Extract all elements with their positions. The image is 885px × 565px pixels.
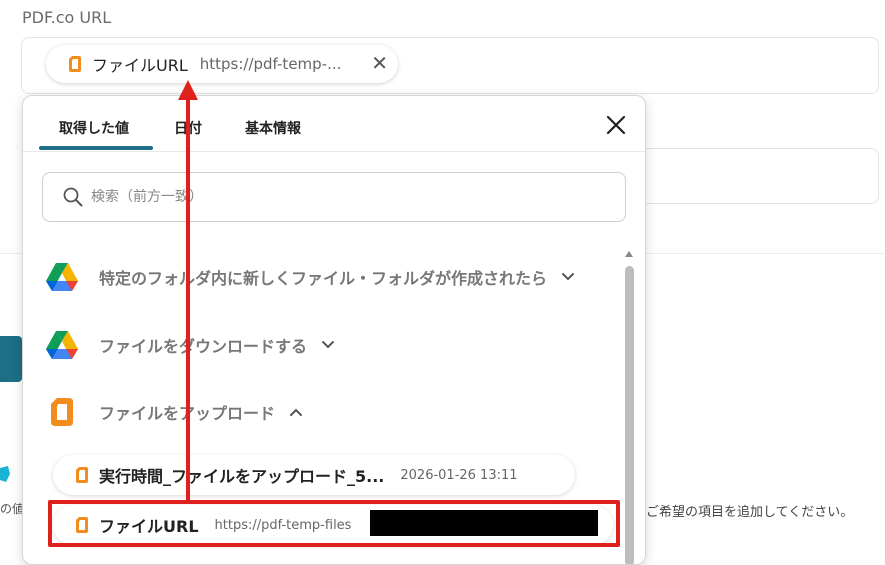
pdfco-icon [51, 398, 73, 426]
item-value: 2026-01-26 13:11 [400, 467, 518, 483]
scroll-up-icon[interactable] [624, 250, 634, 258]
pdfco-icon [76, 467, 88, 483]
value-picker-popup: 取得した値 日付 基本情報 特定のフォルダ内に新しくファイル・フォルダが作成され… [22, 95, 646, 565]
chevron-down-icon[interactable] [321, 340, 335, 350]
close-icon[interactable] [603, 112, 629, 138]
field-label: PDF.co URL [22, 8, 112, 27]
background-button[interactable] [0, 336, 22, 382]
search-box[interactable] [42, 172, 626, 222]
url-variable-chip[interactable]: ファイルURL https://pdf-temp-... ✕ [46, 45, 398, 83]
chevron-down-icon[interactable] [561, 272, 575, 282]
arrow-annotation [178, 80, 198, 502]
section-folder-trigger[interactable]: 特定のフォルダ内に新しくファイル・フォルダが作成されたら [45, 262, 575, 292]
tab-basic-info[interactable]: 基本情報 [245, 118, 301, 138]
value-item-execution-time[interactable]: 実行時間_ファイルをアップロード_5... 2026-01-26 13:11 [53, 455, 575, 495]
google-drive-icon [46, 263, 78, 291]
item-label: 実行時間_ファイルをアップロード_5... [99, 467, 385, 486]
remove-chip-icon[interactable]: ✕ [371, 53, 388, 73]
background-text-left: の値 [0, 502, 25, 516]
tab-acquired-values[interactable]: 取得した値 [59, 118, 129, 138]
section-upload-file[interactable]: ファイルをアップロード [45, 396, 303, 428]
pdfco-icon [69, 56, 81, 72]
scrollbar-thumb[interactable] [625, 266, 634, 564]
tab-bar: 取得した値 日付 基本情報 [23, 96, 645, 152]
search-icon [63, 187, 83, 207]
google-drive-icon [46, 331, 78, 359]
chip-label: ファイルURL [92, 56, 188, 75]
pentagon-icon [0, 466, 10, 482]
chevron-up-icon[interactable] [289, 407, 303, 417]
active-tab-indicator [39, 146, 153, 150]
section-title: ファイルをダウンロードする [99, 337, 308, 356]
chip-value: https://pdf-temp-... [199, 55, 342, 73]
section-title: 特定のフォルダ内に新しくファイル・フォルダが作成されたら [99, 269, 548, 288]
background-hint-text: からご希望の項目を追加してください。 [620, 505, 854, 520]
highlight-box [48, 500, 620, 547]
search-input[interactable] [91, 189, 491, 205]
